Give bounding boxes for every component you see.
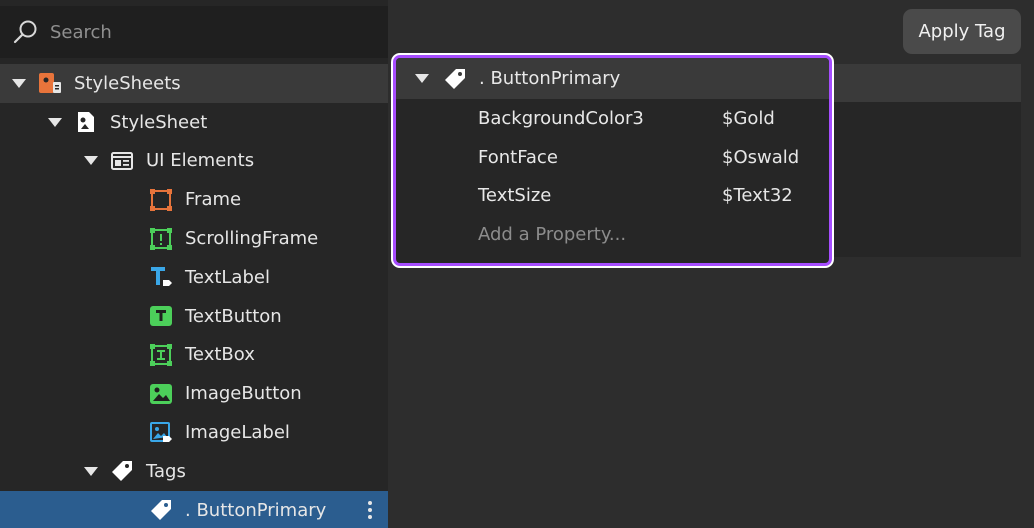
properties-title: . ButtonPrimary: [479, 68, 621, 89]
tree-item-stylesheets[interactable]: StyleSheets: [0, 64, 388, 103]
property-row[interactable]: TextSize $Text32: [396, 177, 829, 216]
image-label-icon: [149, 421, 173, 445]
tree-item-label: StyleSheet: [110, 111, 208, 133]
property-key: TextSize: [478, 185, 552, 207]
search-placeholder: Search: [50, 21, 112, 43]
property-key: FontFace: [478, 146, 558, 168]
tree-item-label: UI Elements: [146, 150, 255, 172]
ui-elements-icon: [110, 149, 134, 173]
tree-item-label: TextLabel: [185, 266, 270, 288]
tag-icon: [149, 498, 173, 522]
apply-tag-button[interactable]: Apply Tag: [903, 9, 1021, 54]
tree-item-image-button[interactable]: ImageButton: [0, 374, 388, 413]
add-property-row[interactable]: Add a Property...: [396, 215, 829, 254]
frame-icon: [149, 188, 173, 212]
search-bar[interactable]: Search: [0, 6, 388, 58]
tree-item-label: Frame: [185, 189, 242, 211]
tree-item-label: Tags: [146, 460, 186, 482]
property-key: BackgroundColor3: [478, 107, 644, 129]
chevron-down-icon[interactable]: [84, 466, 98, 476]
explorer-panel: Search StyleSheets StyleSheet UI Element…: [0, 0, 388, 528]
tree-item-scrolling-frame[interactable]: ScrollingFrame: [0, 219, 388, 258]
tree-item-label: TextButton: [185, 305, 282, 327]
tree-item-frame[interactable]: Frame: [0, 180, 388, 219]
tree-item-stylesheet[interactable]: StyleSheet: [0, 103, 388, 142]
tree-item-label: StyleSheets: [74, 72, 181, 94]
tree-item-button-primary[interactable]: . ButtonPrimary: [0, 490, 388, 528]
chevron-down-icon[interactable]: [84, 156, 98, 166]
tree-item-text-button[interactable]: TextButton: [0, 297, 388, 336]
text-label-icon: [149, 265, 173, 289]
tag-icon: [443, 67, 467, 91]
property-value[interactable]: $Gold: [722, 108, 775, 129]
search-icon: [13, 20, 37, 44]
tag-icon: [110, 459, 134, 483]
property-value[interactable]: $Text32: [722, 185, 793, 206]
chevron-down-icon[interactable]: [415, 74, 429, 83]
tree-item-tags[interactable]: Tags: [0, 452, 388, 491]
explorer-tree: StyleSheets StyleSheet UI Elements Frame…: [0, 64, 388, 528]
image-button-icon: [149, 382, 173, 406]
property-value[interactable]: $Oswald: [722, 147, 799, 168]
stylesheets-icon: [38, 71, 62, 95]
property-row[interactable]: BackgroundColor3 $Gold: [396, 99, 829, 138]
more-options-icon[interactable]: [368, 500, 372, 519]
tree-item-label: ScrollingFrame: [185, 228, 319, 250]
tree-item-label: ImageButton: [185, 383, 302, 405]
text-box-icon: [149, 343, 173, 367]
scrolling-frame-icon: [149, 227, 173, 251]
tree-item-image-label[interactable]: ImageLabel: [0, 413, 388, 452]
tree-item-label: ImageLabel: [185, 422, 290, 444]
properties-header[interactable]: . ButtonPrimary: [396, 58, 829, 99]
chevron-down-icon[interactable]: [48, 117, 62, 127]
tree-item-label: TextBox: [185, 344, 255, 366]
properties-panel: . ButtonPrimary BackgroundColor3 $Gold F…: [393, 55, 832, 266]
tree-item-ui-elements[interactable]: UI Elements: [0, 142, 388, 181]
property-row[interactable]: FontFace $Oswald: [396, 138, 829, 177]
tree-item-text-label[interactable]: TextLabel: [0, 258, 388, 297]
tree-item-text-box[interactable]: TextBox: [0, 336, 388, 375]
tree-item-label: . ButtonPrimary: [185, 499, 327, 521]
text-button-icon: [149, 304, 173, 328]
chevron-down-icon[interactable]: [12, 78, 26, 88]
add-property-placeholder[interactable]: Add a Property...: [478, 224, 722, 245]
stylesheet-icon: [74, 110, 98, 134]
